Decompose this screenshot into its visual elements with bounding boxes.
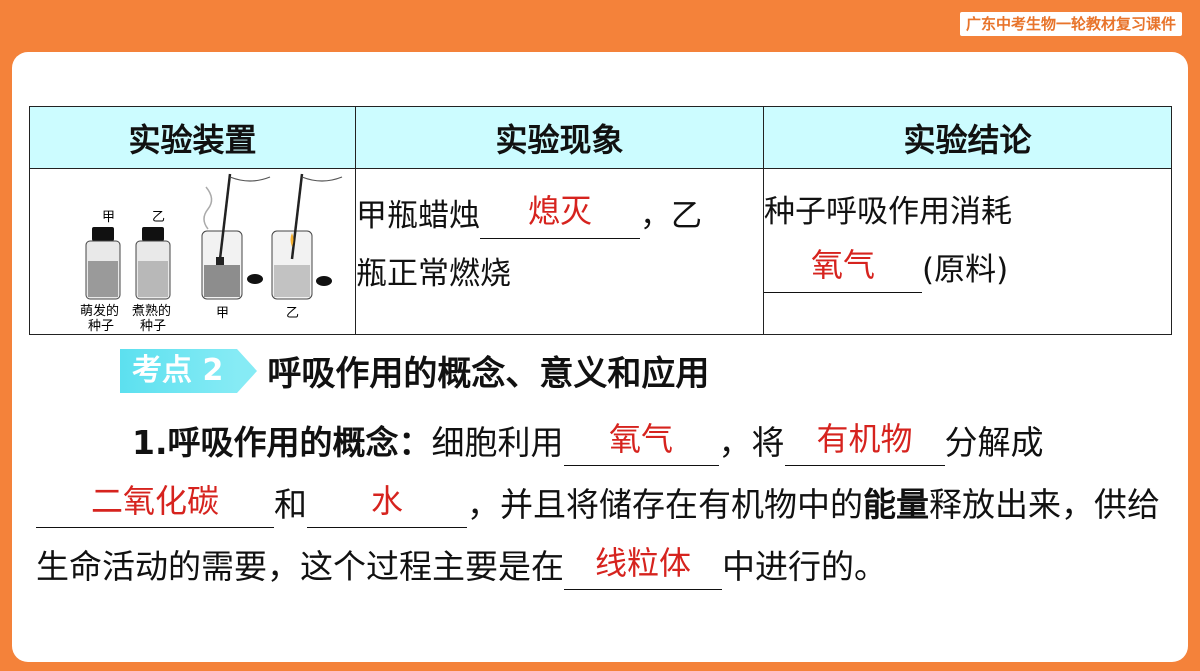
table-header-row: 实验装置 实验现象 实验结论 bbox=[29, 106, 1172, 169]
jar-label-a: 甲 bbox=[102, 210, 115, 225]
concept-lead: 1.呼吸作用的概念： bbox=[132, 423, 432, 462]
conclusion-pre: 种子呼吸作用消耗 bbox=[764, 194, 1012, 230]
course-badge: 广东中考生物一轮教材复习课件 bbox=[959, 12, 1182, 36]
apparatus-illustration: 甲 乙 萌发的 种子 煮熟的 种子 甲 乙 bbox=[30, 169, 355, 334]
phenomenon-answer: 熄灭 bbox=[527, 192, 592, 230]
phenomenon-cell: 甲瓶蜡烛 熄灭 ，乙 瓶正常燃烧 bbox=[355, 168, 764, 335]
para-text-2: ，将 bbox=[718, 423, 785, 462]
apparatus-cell: 甲 乙 萌发的 种子 煮熟的 种子 甲 乙 bbox=[29, 168, 356, 335]
slide-card: 实验装置 实验现象 实验结论 甲 乙 萌发的 种子 煮熟的 种子 甲 乙 甲瓶蜡… bbox=[12, 52, 1188, 662]
seed-jars-illustration: 甲 乙 萌发的 种子 煮熟的 种子 甲 乙 bbox=[80, 173, 343, 334]
para-bold-energy: 能量 bbox=[863, 485, 929, 524]
bottle-label-a: 甲 bbox=[216, 306, 229, 321]
phenomenon-post2: 瓶正常燃烧 bbox=[356, 256, 511, 292]
section-heading: 考点 2 呼吸作用的概念、意义和应用 bbox=[120, 346, 709, 395]
para-text-3: 分解成 bbox=[944, 423, 1044, 462]
experiment-table: 实验装置 实验现象 实验结论 甲 乙 萌发的 种子 煮熟的 种子 甲 乙 甲瓶蜡… bbox=[29, 106, 1172, 335]
caption-boiled-1: 煮熟的 bbox=[132, 303, 171, 319]
conclusion-text: 种子呼吸作用消耗 氧气 (原料) bbox=[764, 169, 1171, 299]
bottle-label-b: 乙 bbox=[286, 306, 299, 321]
phenomenon-post1: ，乙 bbox=[640, 198, 702, 234]
answer-5: 线粒体 bbox=[594, 544, 691, 582]
para-text-4: 和 bbox=[274, 485, 307, 524]
caption-germinating-1: 萌发的 bbox=[80, 303, 119, 319]
section-title: 呼吸作用的概念、意义和应用 bbox=[267, 354, 710, 394]
conclusion-post: (原料) bbox=[922, 252, 1009, 288]
caption-boiled-2: 种子 bbox=[140, 319, 166, 334]
blank-5: 线粒体 bbox=[564, 544, 722, 590]
phenomenon-text: 甲瓶蜡烛 熄灭 ，乙 瓶正常燃烧 bbox=[356, 169, 763, 303]
blank-2: 有机物 bbox=[784, 420, 945, 466]
conclusion-cell: 种子呼吸作用消耗 氧气 (原料) bbox=[763, 168, 1172, 335]
conclusion-blank: 氧气 bbox=[764, 246, 922, 293]
concept-paragraph: 1.呼吸作用的概念：细胞利用 氧气 ，将 有机物 分解成二氧化碳 和 水 ，并且将储存在有机物… bbox=[36, 412, 1176, 598]
blank-4: 水 bbox=[307, 482, 467, 528]
header-conclusion: 实验结论 bbox=[763, 106, 1172, 169]
header-apparatus: 实验装置 bbox=[29, 106, 356, 169]
table-row: 甲 乙 萌发的 种子 煮熟的 种子 甲 乙 甲瓶蜡烛 熄灭 ，乙 瓶正常燃烧 种… bbox=[29, 168, 1172, 335]
answer-3: 二氧化碳 bbox=[90, 482, 219, 520]
blank-3: 二氧化碳 bbox=[36, 482, 274, 528]
section-tag: 考点 2 bbox=[120, 348, 258, 393]
para-text-7: 中进行的。 bbox=[722, 547, 887, 586]
answer-2: 有机物 bbox=[816, 420, 913, 458]
header-phenomenon: 实验现象 bbox=[355, 106, 764, 169]
caption-germinating-2: 种子 bbox=[88, 319, 114, 334]
phenomenon-blank: 熄灭 bbox=[480, 192, 640, 239]
para-text-1: 细胞利用 bbox=[431, 423, 564, 462]
answer-1: 氧气 bbox=[608, 420, 673, 458]
para-text-5: ，并且将储存在有机物中的 bbox=[467, 485, 863, 524]
answer-4: 水 bbox=[370, 482, 403, 520]
jar-label-b: 乙 bbox=[152, 210, 165, 225]
phenomenon-pre: 甲瓶蜡烛 bbox=[356, 198, 480, 234]
blank-1: 氧气 bbox=[563, 420, 719, 466]
conclusion-answer: 氧气 bbox=[810, 246, 875, 284]
